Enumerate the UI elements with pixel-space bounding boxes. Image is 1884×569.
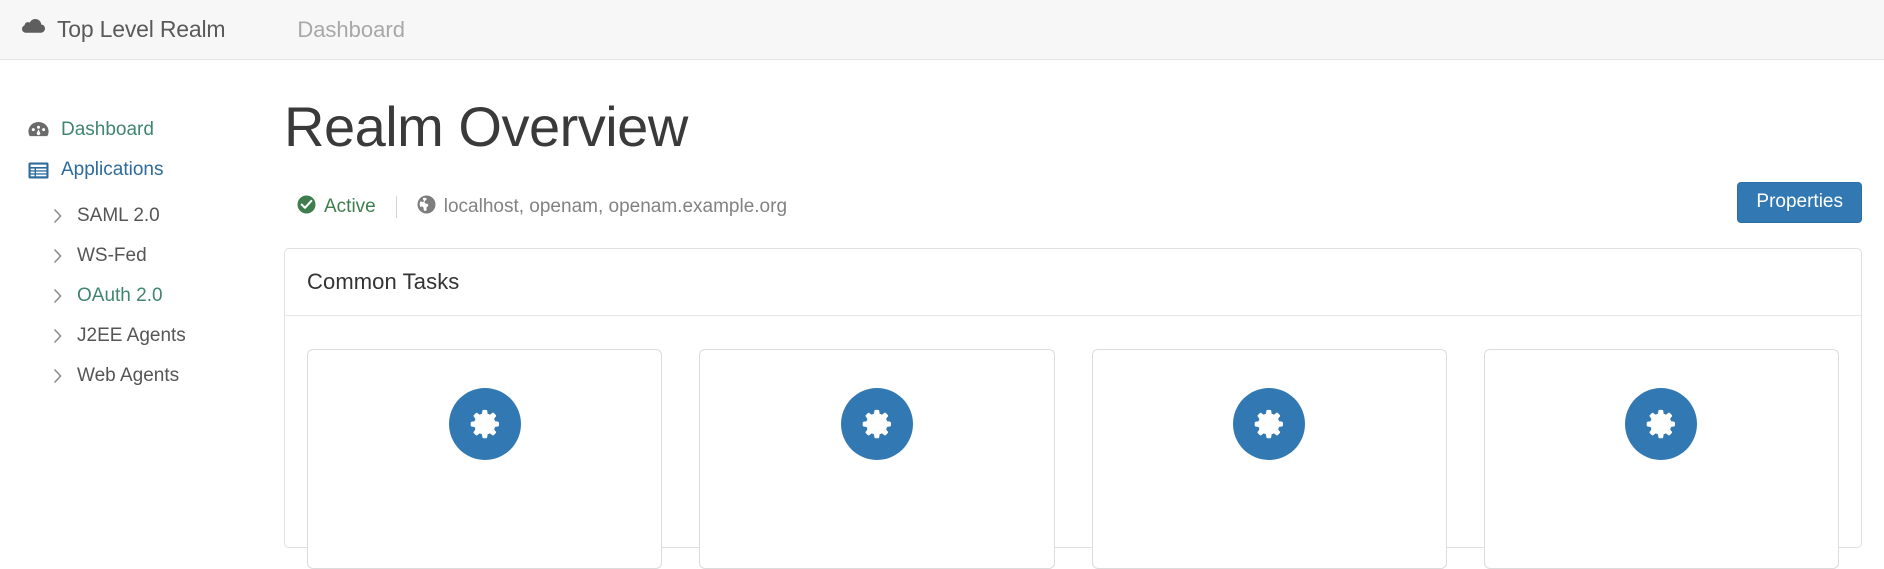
common-task-card[interactable]: [699, 349, 1055, 569]
sidebar-navigation: Dashboard Applications SAML 2.0 WS-Fed O…: [0, 60, 283, 500]
gear-circle-icon: [448, 388, 521, 460]
sidebar-subitem-ws-fed[interactable]: WS-Fed: [0, 236, 283, 276]
main-content: Realm Overview Active localhost, openam,…: [283, 60, 1884, 569]
common-task-card[interactable]: [1091, 349, 1447, 569]
status-divider: [395, 196, 397, 218]
list-table-icon: [28, 162, 49, 179]
common-tasks-grid: [285, 316, 1861, 569]
panel-title: Common Tasks: [307, 269, 460, 294]
sidebar-item-applications[interactable]: Applications: [0, 150, 283, 190]
sidebar-subitem-label: WS-Fed: [77, 245, 147, 266]
sidebar-subnav: SAML 2.0 WS-Fed OAuth 2.0 J2EE Agents We…: [0, 196, 283, 396]
sidebar-item-label: Dashboard: [61, 119, 154, 140]
common-task-card[interactable]: [1483, 349, 1839, 569]
sidebar-subitem-label: J2EE Agents: [77, 325, 186, 346]
cloud-icon: [22, 18, 46, 41]
globe-icon: [417, 195, 436, 219]
gear-circle-icon: [840, 388, 913, 460]
page-title: Realm Overview: [284, 95, 688, 158]
tachometer-icon: [28, 121, 49, 139]
sidebar-item-label: Applications: [61, 159, 164, 180]
chevron-right-icon: [50, 329, 66, 343]
panel-header: Common Tasks: [285, 249, 1861, 316]
realm-hosts-label: localhost, openam, openam.example.org: [443, 196, 788, 217]
sidebar-subitem-label: Web Agents: [77, 365, 180, 386]
status-label: Active: [324, 196, 376, 217]
chevron-right-icon: [50, 249, 66, 263]
properties-button[interactable]: Properties: [1737, 182, 1862, 223]
sidebar-subitem-web-agents[interactable]: Web Agents: [0, 356, 283, 396]
sidebar-item-dashboard[interactable]: Dashboard: [0, 110, 283, 150]
sidebar-subitem-label: OAuth 2.0: [77, 285, 163, 306]
realm-selector[interactable]: Top Level Realm: [22, 0, 226, 60]
sidebar-subitem-j2ee-agents[interactable]: J2EE Agents: [0, 316, 283, 356]
realm-title: Top Level Realm: [57, 16, 226, 42]
chevron-right-icon: [50, 209, 66, 223]
gear-circle-icon: [1233, 388, 1306, 460]
sidebar-subitem-oauth-2-0[interactable]: OAuth 2.0: [0, 276, 283, 316]
realm-status-row: Active localhost, openam, openam.example…: [297, 195, 787, 219]
header-nav-dashboard[interactable]: Dashboard: [297, 17, 405, 43]
top-header-bar: Top Level Realm Dashboard: [0, 0, 1884, 60]
sidebar-subitem-label: SAML 2.0: [77, 205, 160, 226]
sidebar-subitem-saml-2-0[interactable]: SAML 2.0: [0, 196, 283, 236]
common-tasks-panel: Common Tasks: [284, 248, 1862, 569]
common-task-card[interactable]: [307, 349, 663, 569]
check-circle-icon: [297, 195, 316, 219]
realm-hosts: localhost, openam, openam.example.org: [417, 195, 787, 219]
chevron-right-icon: [50, 369, 66, 383]
chevron-right-icon: [50, 289, 66, 303]
gear-circle-icon: [1625, 388, 1698, 460]
status-badge: Active: [297, 195, 376, 219]
